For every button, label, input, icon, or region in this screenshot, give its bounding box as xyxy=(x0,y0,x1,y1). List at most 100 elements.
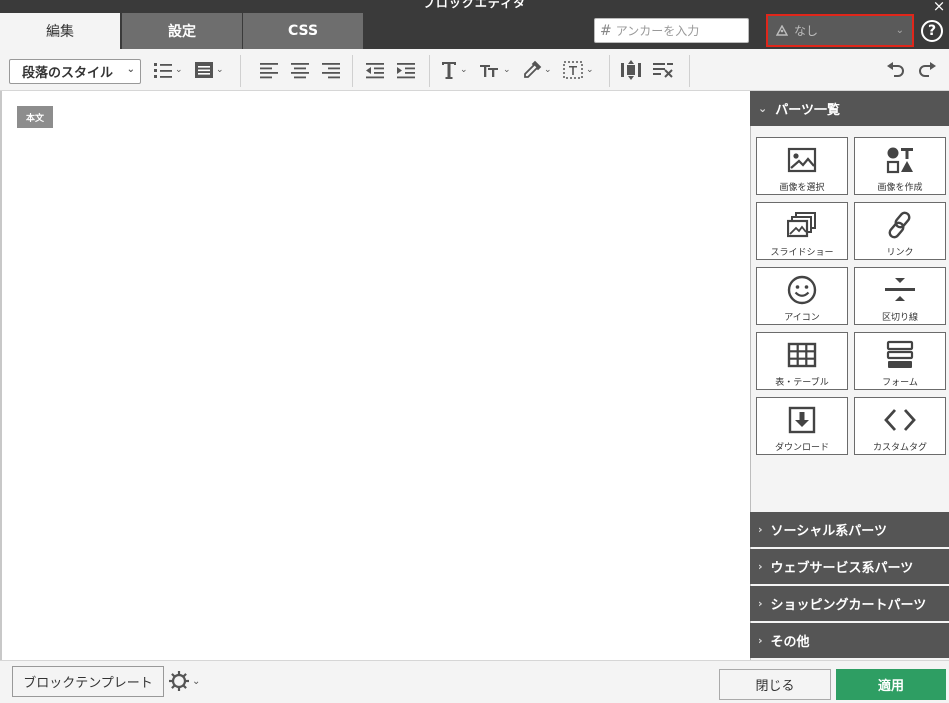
undo-icon xyxy=(887,62,904,77)
block-template-button[interactable]: ブロックテンプレート xyxy=(12,666,164,697)
table-icon xyxy=(787,342,817,368)
part-label: 表・テーブル xyxy=(775,378,829,388)
part-divider[interactable]: 区切り線 xyxy=(854,267,946,325)
parts-list-header[interactable]: ⌄ パーツ一覧 xyxy=(750,91,949,126)
editor-toolbar: 段落のスタイル ⌄ ⌄ ⌄ ⌄ ⌄ ⌄ ⌄ xyxy=(0,49,949,91)
divider-icon xyxy=(885,278,915,301)
section-label: その他 xyxy=(770,635,810,650)
outdent-button[interactable] xyxy=(365,59,385,81)
chevron-right-icon: › xyxy=(758,560,763,573)
part-label: 画像を作成 xyxy=(877,183,923,193)
condition-select-value: なし xyxy=(794,24,819,38)
outdent-icon xyxy=(366,63,384,79)
section-social-parts[interactable]: › ソーシャル系パーツ xyxy=(750,512,949,547)
align-right-icon xyxy=(322,63,340,79)
slideshow-icon xyxy=(787,212,816,238)
redo-button[interactable] xyxy=(917,59,937,81)
part-download[interactable]: ダウンロード xyxy=(756,397,848,455)
part-label: アイコン xyxy=(784,313,820,323)
color-picker-icon xyxy=(524,60,542,78)
anchor-field[interactable]: # xyxy=(594,18,749,43)
part-label: リンク xyxy=(886,248,914,258)
window-title: ブロックエディタ xyxy=(422,0,527,10)
align-right-button[interactable] xyxy=(321,59,341,81)
bullet-list-icon xyxy=(154,63,172,78)
text-size-button[interactable]: ⌄ xyxy=(440,59,468,81)
shapes-icon xyxy=(886,147,913,174)
section-web-service-parts[interactable]: › ウェブサービス系パーツ xyxy=(750,549,949,584)
part-label: カスタムタグ xyxy=(872,443,927,453)
section-label: ソーシャル系パーツ xyxy=(770,524,888,539)
apply-button[interactable]: 適用 xyxy=(836,669,946,700)
block-format-icon xyxy=(195,62,213,78)
part-create-image[interactable]: 画像を作成 xyxy=(854,137,946,195)
paragraph-style-label: 段落のスタイル xyxy=(22,66,114,81)
chevron-right-icon: › xyxy=(758,597,763,610)
font-size-icon xyxy=(480,65,498,77)
close-icon[interactable]: × xyxy=(929,0,949,14)
clear-format-icon xyxy=(653,63,673,78)
align-center-button[interactable] xyxy=(290,59,310,81)
help-button[interactable]: ? xyxy=(921,20,943,42)
editor-canvas[interactable] xyxy=(0,91,750,660)
section-shopping-cart-parts[interactable]: › ショッピングカートパーツ xyxy=(750,586,949,621)
insert-block-icon xyxy=(621,60,641,80)
part-form[interactable]: フォーム xyxy=(854,332,946,390)
block-type-badge[interactable]: 本文 xyxy=(17,106,53,128)
indent-icon xyxy=(397,63,415,79)
condition-select[interactable]: なし ⌄ xyxy=(766,14,914,47)
text-size-icon xyxy=(442,62,456,79)
redo-icon xyxy=(919,62,936,77)
chevron-right-icon: › xyxy=(758,523,763,536)
hash-icon: # xyxy=(600,22,612,39)
close-button[interactable]: 閉じる xyxy=(719,669,831,700)
download-icon xyxy=(788,406,816,434)
color-picker-button[interactable]: ⌄ xyxy=(522,59,552,81)
paragraph-style-select[interactable]: 段落のスタイル ⌄ xyxy=(9,59,141,84)
form-icon xyxy=(886,340,914,368)
section-label: ウェブサービス系パーツ xyxy=(770,561,914,576)
code-icon xyxy=(884,409,916,431)
chevron-down-icon: ⌄ xyxy=(895,25,904,36)
part-select-image[interactable]: 画像を選択 xyxy=(756,137,848,195)
smiley-icon xyxy=(787,275,817,305)
part-custom-tag[interactable]: カスタムタグ xyxy=(854,397,946,455)
part-table[interactable]: 表・テーブル xyxy=(756,332,848,390)
insert-block-button[interactable] xyxy=(620,59,642,81)
part-slideshow[interactable]: スライドショー xyxy=(756,202,848,260)
font-size-button[interactable]: ⌄ xyxy=(479,59,511,81)
chevron-down-icon: ⌄ xyxy=(192,675,201,687)
part-icon[interactable]: アイコン xyxy=(756,267,848,325)
tab-css[interactable]: CSS xyxy=(243,13,363,49)
clear-format-button[interactable] xyxy=(652,59,674,81)
chevron-down-icon: ⌄ xyxy=(758,102,768,115)
part-label: スライドショー xyxy=(770,248,834,258)
parts-list-title: パーツ一覧 xyxy=(775,103,840,118)
anchor-input[interactable] xyxy=(615,23,741,38)
triangle-icon xyxy=(776,25,788,36)
part-label: ダウンロード xyxy=(774,443,829,453)
image-icon xyxy=(787,147,817,173)
tab-edit[interactable]: 編集 xyxy=(0,13,120,49)
align-left-button[interactable] xyxy=(259,59,279,81)
part-label: フォーム xyxy=(882,378,918,388)
indent-button[interactable] xyxy=(396,59,416,81)
undo-button[interactable] xyxy=(886,59,906,81)
tab-settings[interactable]: 設定 xyxy=(122,13,242,49)
part-label: 区切り線 xyxy=(881,313,918,323)
settings-menu-button[interactable]: ⌄ xyxy=(168,670,200,692)
bullet-list-button[interactable]: ⌄ xyxy=(153,59,183,81)
align-center-icon xyxy=(291,63,309,79)
align-left-icon xyxy=(260,63,278,79)
part-label: 画像を選択 xyxy=(779,183,825,193)
title-bar: ブロックエディタ × 編集 設定 CSS # なし ⌄ ? xyxy=(0,0,949,49)
link-icon xyxy=(888,211,911,239)
part-link[interactable]: リンク xyxy=(854,202,946,260)
border-icon xyxy=(563,61,583,79)
section-other[interactable]: › その他 xyxy=(750,623,949,658)
footer-bar: ブロックテンプレート ⌄ 閉じる 適用 xyxy=(0,660,949,703)
chevron-down-icon: ⌄ xyxy=(126,64,135,75)
border-button[interactable]: ⌄ xyxy=(562,59,594,81)
chevron-right-icon: › xyxy=(758,634,763,647)
block-format-button[interactable]: ⌄ xyxy=(194,59,224,81)
